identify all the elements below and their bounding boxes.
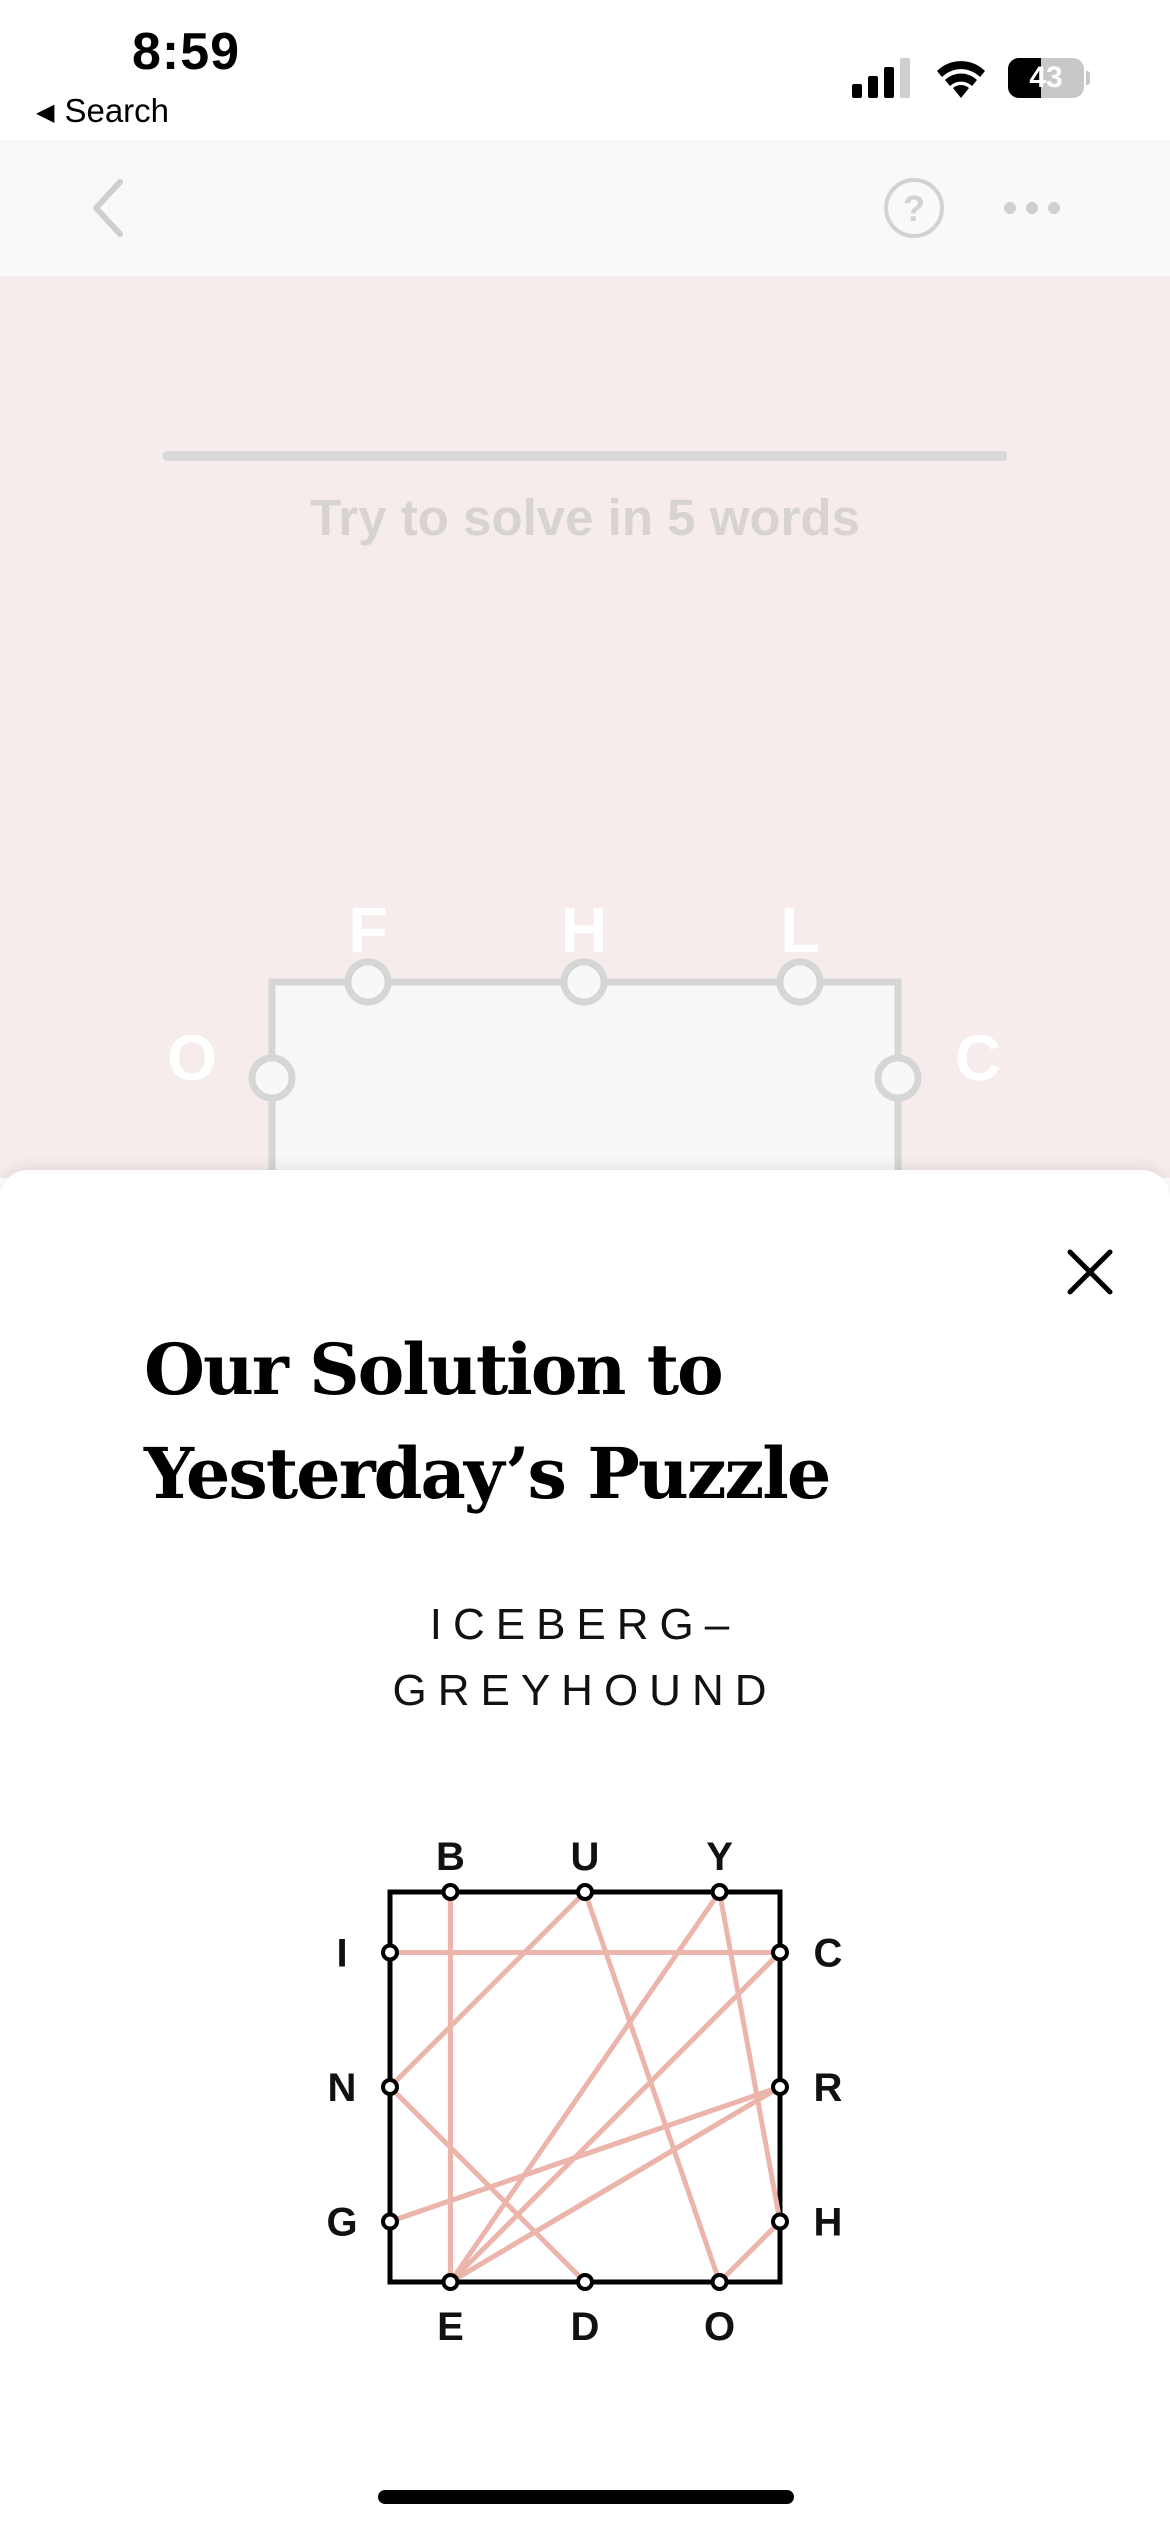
path-segment [717, 1889, 783, 2225]
diagram-dot [441, 2273, 460, 2291]
diagram-letter-top: B [436, 1835, 465, 1879]
diagram-letter-right: R [814, 2066, 843, 2110]
path-segment [387, 1889, 588, 2090]
diagram-dot [381, 1943, 399, 1962]
diagram-letter-top: Y [706, 1835, 733, 1879]
diagram-letter-left: N [328, 2066, 357, 2110]
solution-diagram: B U Y E D O I N G C R H [326, 1835, 843, 2349]
diagram-dot [771, 2212, 789, 2231]
diagram-letter-right: H [814, 2201, 843, 2245]
diagram-dot [381, 2212, 399, 2231]
diagram-letter-right: C [814, 1931, 843, 1975]
diagram-dot [771, 1943, 789, 1962]
home-indicator [378, 2490, 794, 2504]
path-segment [387, 2084, 588, 2285]
diagram-dot [441, 1883, 460, 1901]
path-segment [717, 2219, 783, 2285]
diagram-dot [576, 2273, 594, 2291]
diagram-letter-bottom: E [437, 2305, 464, 2349]
diagram-dot [710, 1883, 729, 1901]
diagram-dot [381, 2078, 399, 2096]
diagram-dot [771, 2078, 789, 2096]
diagram-letter-left: I [336, 1931, 347, 1975]
diagram-letter-bottom: O [704, 2305, 735, 2349]
diagram-letter-top: U [571, 1835, 600, 1879]
diagram-dot [576, 1883, 594, 1901]
diagram-dot [710, 2273, 729, 2291]
diagram-letter-left: G [326, 2201, 357, 2245]
diagram-letter-bottom: D [571, 2305, 600, 2349]
